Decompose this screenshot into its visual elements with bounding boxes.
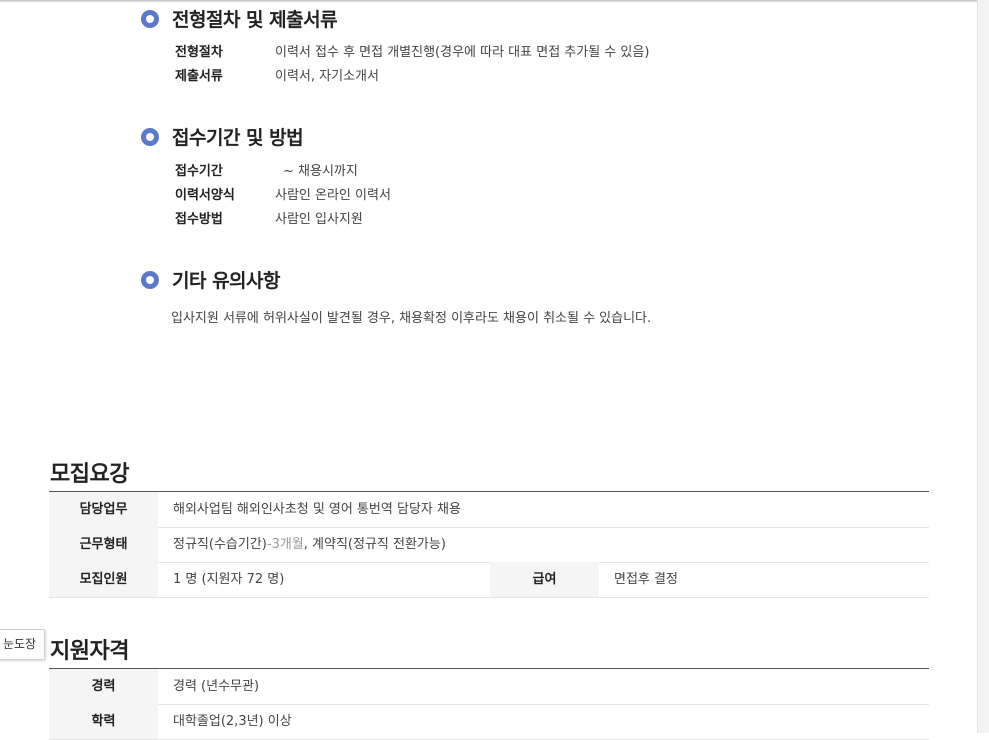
info-label: 제출서류 [175,69,223,84]
table-header: 모집인원 [49,562,158,597]
table-header: 담당업무 [49,492,158,527]
info-value: ~ 채용시까지 [283,164,358,179]
table-cell: 대학졸업(2,3년) 이상 [173,714,292,729]
table-row-education: 학력 대학졸업(2,3년) 이상 [49,704,929,740]
table-cell: 면접후 결정 [614,572,678,587]
table-header: 학력 [49,704,158,739]
worktype-extra: , 계약직(정규직 전환가능) [303,537,446,552]
probation-period: -3개월 [266,537,304,552]
side-tab-button[interactable]: 눈도장 [0,629,45,660]
info-label: 이력서양식 [175,188,235,203]
table-row-career: 경력 경력 (년수무관) [49,669,929,705]
circle-bullet-icon [141,127,159,146]
table-header: 근무형태 [49,527,158,562]
notice-text: 입사지원 서류에 허위사실이 발견될 경우, 채용확정 이후라도 채용이 취소될… [171,311,652,326]
table-cell: 해외사업팀 해외인사초청 및 영어 통번역 담당자 채용 [173,502,461,517]
table-row-duty: 담당업무 해외사업팀 해외인사초청 및 영어 통번역 담당자 채용 [49,492,929,528]
recruit-heading: 모집요강 [50,462,129,487]
info-value: 사람인 온라인 이력서 [275,188,391,203]
top-shadow [0,0,978,3]
worktype-main: 정규직(수습기간) [173,537,267,552]
section-title-application: 접수기간 및 방법 [141,123,304,150]
section-title-procedure: 전형절차 및 제출서류 [141,5,338,32]
circle-bullet-icon [141,9,159,28]
table-header: 급여 [490,562,599,597]
info-value: 이력서, 자기소개서 [275,69,379,84]
info-label: 접수기간 [175,164,223,179]
qualification-heading: 지원자격 [50,639,129,664]
table-row-worktype: 근무형태 정규직(수습기간)-3개월, 계약직(정규직 전환가능) [49,527,929,563]
table-row-headcount: 모집인원 1 명 (지원자 72 명) 급여 면접후 결정 [49,562,929,598]
section-title-notes: 기타 유의사항 [141,266,281,293]
table-cell: 1 명 (지원자 72 명) [173,572,285,587]
info-value: 이력서 접수 후 면접 개별진행(경우에 따라 대표 면접 추가될 수 있음) [275,45,650,60]
info-label: 접수방법 [175,212,223,227]
info-label: 전형절차 [175,45,223,60]
circle-bullet-icon [141,270,159,289]
section-title-text: 접수기간 및 방법 [172,127,304,149]
table-cell: 경력 (년수무관) [173,679,260,694]
table-cell: 정규직(수습기간)-3개월, 계약직(정규직 전환가능) [173,527,446,562]
section-title-text: 기타 유의사항 [172,270,281,292]
info-value: 사람인 입사지원 [275,212,363,227]
section-title-text: 전형절차 및 제출서류 [172,9,338,31]
table-header: 경력 [49,669,158,704]
scrollbar[interactable] [977,0,989,733]
